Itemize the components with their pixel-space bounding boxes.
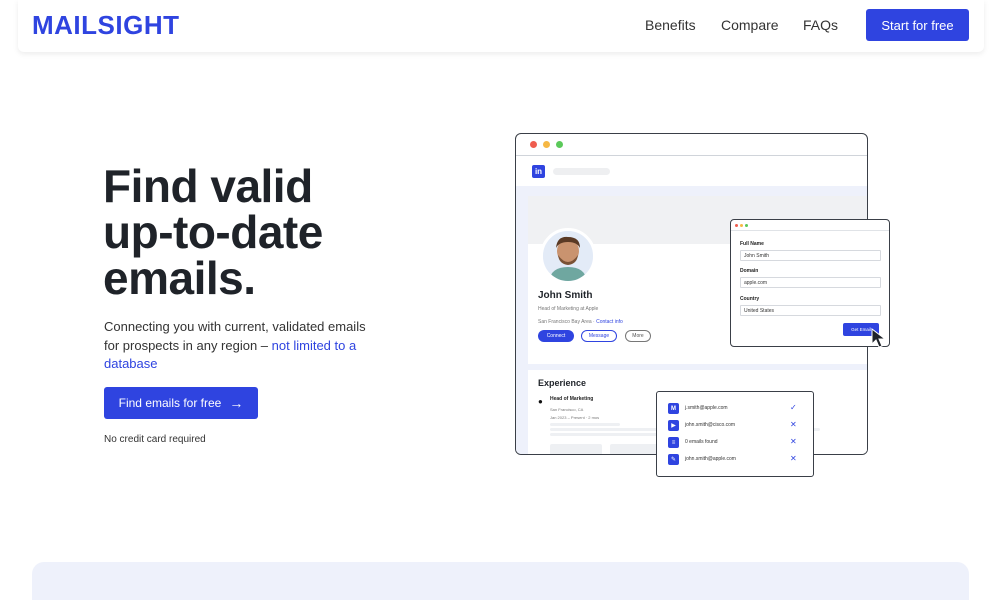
email-finder-form: Full Name John Smith Domain apple.com Co… bbox=[730, 219, 890, 347]
placeholder-line bbox=[550, 423, 620, 426]
nav-faqs[interactable]: FAQs bbox=[803, 17, 838, 33]
close-dot-icon bbox=[735, 224, 738, 227]
placeholder-block bbox=[550, 444, 602, 454]
country-field[interactable]: United States bbox=[740, 305, 881, 316]
start-for-free-button[interactable]: Start for free bbox=[866, 9, 969, 41]
list-item: ✎ john.smith@apple.com ✕ bbox=[668, 454, 804, 466]
landing-page: MAILSIGHT Benefits Compare FAQs Start fo… bbox=[0, 0, 1000, 600]
source-icon: ✎ bbox=[668, 454, 679, 465]
placeholder-line bbox=[550, 433, 660, 436]
mouse-cursor-icon bbox=[871, 328, 887, 348]
hero-subtitle: Connecting you with current, validated e… bbox=[104, 318, 379, 374]
profile-name: John Smith bbox=[538, 290, 593, 301]
full-name-field[interactable]: John Smith bbox=[740, 250, 881, 261]
cross-icon: ✕ bbox=[790, 420, 797, 429]
experience-location: San Francisco, CA bbox=[550, 407, 584, 412]
source-icon: ≡ bbox=[668, 437, 679, 448]
message-button[interactable]: Message bbox=[581, 330, 617, 342]
list-item: ▶ john.smith@cisco.com ✕ bbox=[668, 420, 804, 432]
nav-compare[interactable]: Compare bbox=[721, 17, 779, 33]
next-section-band bbox=[32, 562, 969, 600]
country-label: Country bbox=[740, 296, 760, 302]
close-dot-icon bbox=[530, 141, 537, 148]
apple-icon: ● bbox=[538, 397, 543, 406]
site-header: MAILSIGHT Benefits Compare FAQs Start fo… bbox=[18, 0, 984, 52]
contact-info-link[interactable]: Contact info bbox=[596, 319, 623, 325]
check-icon: ✓ bbox=[790, 403, 797, 412]
result-email: john.smith@cisco.com bbox=[685, 422, 736, 428]
minimize-dot-icon bbox=[543, 141, 550, 148]
no-credit-card-note: No credit card required bbox=[104, 434, 206, 445]
maximize-dot-icon bbox=[556, 141, 563, 148]
result-email: john.smith@apple.com bbox=[685, 456, 736, 462]
full-name-label: Full Name bbox=[740, 241, 764, 247]
maximize-dot-icon bbox=[745, 224, 748, 227]
arrow-right-icon: → bbox=[229, 395, 244, 411]
mailsight-logo[interactable]: MAILSIGHT bbox=[32, 10, 180, 41]
hero-title: Find valid up-to-date emails. bbox=[103, 163, 433, 301]
domain-label: Domain bbox=[740, 268, 759, 274]
source-icon: ▶ bbox=[668, 420, 679, 431]
experience-dates: Jan 2023 – Present · 2 mos bbox=[550, 415, 600, 420]
list-item: M j.smith@apple.com ✓ bbox=[668, 403, 804, 415]
profile-location-text: San Francisco Bay Area bbox=[538, 319, 592, 325]
search-bar-placeholder bbox=[553, 168, 610, 175]
nav-benefits[interactable]: Benefits bbox=[645, 17, 696, 33]
connect-button[interactable]: Connect bbox=[538, 330, 574, 342]
results-list: M j.smith@apple.com ✓ ▶ john.smith@cisco… bbox=[656, 391, 814, 477]
profile-title: Head of Marketing at Apple bbox=[538, 306, 599, 312]
form-titlebar bbox=[731, 220, 889, 231]
result-email: 0 emails found bbox=[685, 439, 718, 445]
list-item: ≡ 0 emails found ✕ bbox=[668, 437, 804, 449]
source-icon: M bbox=[668, 403, 679, 414]
cross-icon: ✕ bbox=[790, 437, 797, 446]
result-email: j.smith@apple.com bbox=[685, 405, 728, 411]
profile-location: San Francisco Bay Area · Contact info bbox=[538, 319, 623, 325]
minimize-dot-icon bbox=[740, 224, 743, 227]
browser-titlebar bbox=[516, 134, 867, 156]
hero-title-line-2: up-to-date bbox=[103, 206, 323, 258]
more-button[interactable]: More bbox=[625, 330, 651, 342]
cross-icon: ✕ bbox=[790, 454, 797, 463]
domain-field[interactable]: apple.com bbox=[740, 277, 881, 288]
hero-title-line-1: Find valid bbox=[103, 160, 313, 212]
hero-title-line-3: emails. bbox=[103, 252, 256, 304]
linkedin-icon: in bbox=[532, 165, 545, 178]
find-emails-label: Find emails for free bbox=[118, 396, 222, 410]
placeholder-block bbox=[610, 444, 662, 454]
find-emails-button[interactable]: Find emails for free → bbox=[104, 387, 258, 419]
experience-role: Head of Marketing bbox=[550, 396, 594, 402]
experience-heading: Experience bbox=[538, 378, 587, 388]
avatar bbox=[540, 228, 596, 284]
